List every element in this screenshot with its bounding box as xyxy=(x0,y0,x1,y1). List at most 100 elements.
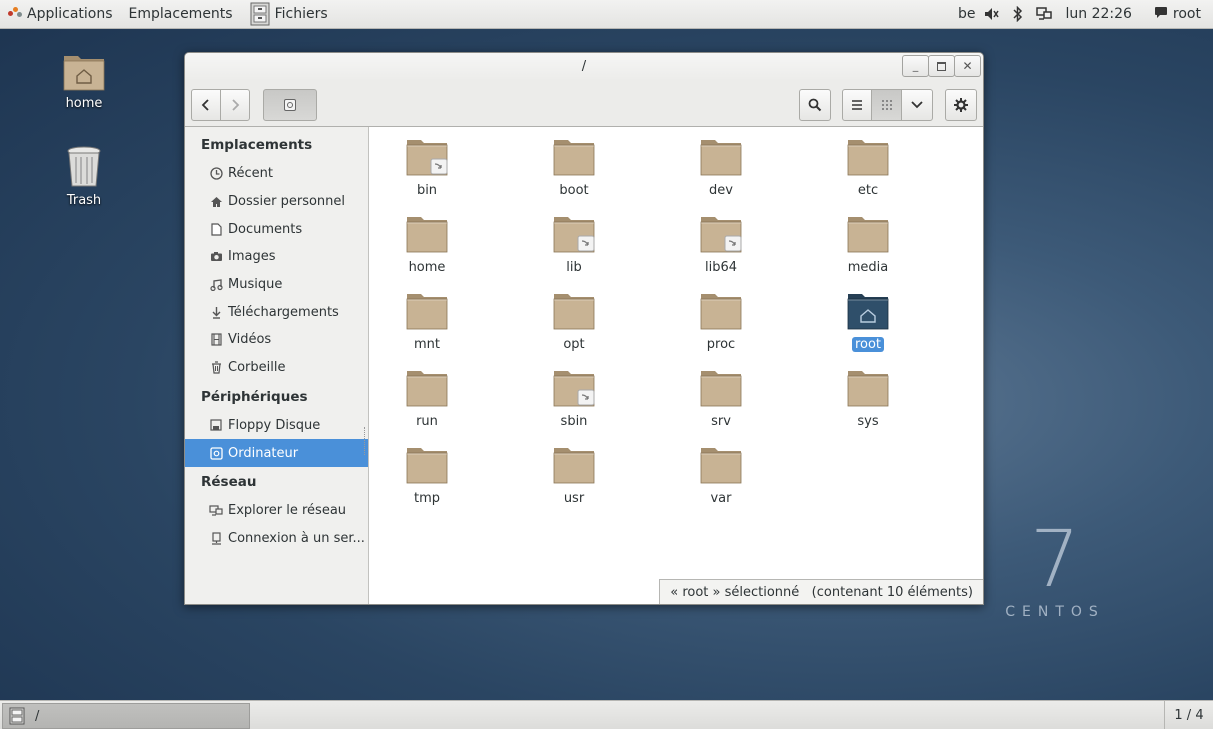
folder-name: root xyxy=(851,337,885,352)
sidebar-item-floppy[interactable]: Floppy Disque xyxy=(185,412,368,440)
sidebar-resize-handle[interactable] xyxy=(364,427,368,455)
film-icon xyxy=(209,333,223,347)
status-bar: « root » sélectionné (contenant 10 éléme… xyxy=(659,579,983,604)
folder-item[interactable]: srv xyxy=(671,368,771,429)
sidebar-item-label: Documents xyxy=(228,221,303,237)
volume-muted-icon[interactable] xyxy=(984,6,1000,22)
back-button[interactable] xyxy=(191,89,221,121)
sidebar-item-videos[interactable]: Vidéos xyxy=(185,326,368,354)
folder-item[interactable]: opt xyxy=(524,291,624,352)
trash-icon xyxy=(209,361,223,375)
sidebar-item-documents[interactable]: Documents xyxy=(185,215,368,243)
search-icon xyxy=(808,98,822,112)
sidebar-item-label: Ordinateur xyxy=(228,445,299,461)
view-options-dropdown[interactable] xyxy=(901,89,933,121)
folder-item[interactable]: proc xyxy=(671,291,771,352)
workspace-pager-label: 1 / 4 xyxy=(1174,707,1204,723)
close-button[interactable]: ✕ xyxy=(954,55,981,77)
folder-name: sbin xyxy=(560,414,588,429)
folder-item[interactable]: boot xyxy=(524,137,624,198)
folder-name: sys xyxy=(857,414,879,429)
folder-item[interactable]: dev xyxy=(671,137,771,198)
folder-item[interactable]: run xyxy=(377,368,477,429)
search-button[interactable] xyxy=(799,89,831,121)
folder-name: proc xyxy=(706,337,736,352)
folder-name: tmp xyxy=(413,491,440,506)
window-titlebar[interactable]: / _ ✕ xyxy=(185,53,983,81)
sidebar-item-connect-server[interactable]: Connexion à un ser... xyxy=(185,525,368,553)
folder-item[interactable]: home xyxy=(377,214,477,275)
folder-icon xyxy=(553,140,595,176)
folder-icon xyxy=(700,294,742,330)
folder-name: var xyxy=(710,491,732,506)
sidebar-item-label: Images xyxy=(228,249,276,265)
folder-item[interactable]: sbin xyxy=(524,368,624,429)
folder-item[interactable]: lib64 xyxy=(671,214,771,275)
maximize-icon xyxy=(937,61,946,71)
folder-icon xyxy=(406,217,448,253)
computer-icon xyxy=(209,446,223,460)
forward-button[interactable] xyxy=(220,89,250,121)
sidebar-item-label: Corbeille xyxy=(228,360,286,376)
folder-item[interactable]: usr xyxy=(524,445,624,506)
folder-item[interactable]: lib xyxy=(524,214,624,275)
document-icon xyxy=(209,222,223,236)
applications-menu[interactable]: Applications xyxy=(0,0,121,29)
top-bar: Applications Emplacements Fichiers be lu… xyxy=(0,0,1213,29)
folder-name: home xyxy=(408,260,446,275)
sidebar-item-label: Connexion à un ser... xyxy=(228,530,365,546)
chevron-down-icon xyxy=(911,101,923,109)
folder-item[interactable]: sys xyxy=(818,368,918,429)
places-menu[interactable]: Emplacements xyxy=(121,0,241,29)
sidebar-item-images[interactable]: Images xyxy=(185,243,368,271)
folder-name: bin xyxy=(416,183,438,198)
sidebar-item-label: Téléchargements xyxy=(228,304,339,320)
folder-icon xyxy=(700,140,742,176)
folder-item[interactable]: etc xyxy=(818,137,918,198)
sidebar: Emplacements Récent Dossier personnel Do… xyxy=(185,127,369,604)
sidebar-item-downloads[interactable]: Téléchargements xyxy=(185,298,368,326)
folder-name: mnt xyxy=(414,337,440,352)
folder-item[interactable]: tmp xyxy=(377,445,477,506)
path-bar-computer-button[interactable] xyxy=(263,89,317,121)
folder-name: srv xyxy=(711,414,731,429)
list-view-button[interactable] xyxy=(842,89,872,121)
sidebar-item-label: Musique xyxy=(228,277,283,293)
sidebar-item-home[interactable]: Dossier personnel xyxy=(185,188,368,216)
bluetooth-icon[interactable] xyxy=(1010,6,1026,22)
folder-item[interactable]: var xyxy=(671,445,771,506)
files-menu[interactable]: Fichiers xyxy=(241,0,336,29)
desktop-home-label: home xyxy=(65,96,103,111)
sidebar-item-computer[interactable]: Ordinateur xyxy=(185,439,368,467)
folder-item[interactable]: bin xyxy=(377,137,477,198)
folder-icon xyxy=(847,371,889,407)
user-menu[interactable]: root xyxy=(1146,0,1213,29)
taskbar-window-button[interactable]: / xyxy=(2,703,250,729)
sidebar-item-browse-network[interactable]: Explorer le réseau xyxy=(185,497,368,525)
workspace-pager[interactable]: 1 / 4 xyxy=(1164,701,1213,729)
folder-item[interactable]: mnt xyxy=(377,291,477,352)
folder-item[interactable]: root xyxy=(818,291,918,352)
grid-view-button[interactable] xyxy=(871,89,902,121)
settings-button[interactable] xyxy=(945,89,977,121)
folder-link-icon xyxy=(406,140,448,176)
folder-item[interactable]: media xyxy=(818,214,918,275)
desktop-home-icon[interactable]: home xyxy=(44,50,124,111)
minimize-button[interactable]: _ xyxy=(902,55,929,77)
taskbar-window-title: / xyxy=(35,708,40,724)
sidebar-item-music[interactable]: Musique xyxy=(185,271,368,299)
status-text: « root » sélectionné (contenant 10 éléme… xyxy=(670,585,973,600)
maximize-button[interactable] xyxy=(928,55,955,77)
folder-icon xyxy=(847,217,889,253)
sidebar-item-recent[interactable]: Récent xyxy=(185,160,368,188)
folder-name: boot xyxy=(559,183,589,198)
sidebar-item-trash[interactable]: Corbeille xyxy=(185,354,368,382)
sidebar-item-label: Explorer le réseau xyxy=(228,503,347,519)
folder-name: etc xyxy=(857,183,879,198)
places-label: Emplacements xyxy=(128,6,233,22)
clock[interactable]: lun 22:26 xyxy=(1057,0,1145,29)
keyboard-layout[interactable]: be xyxy=(950,0,980,29)
centos-branding: 7 CENTOS xyxy=(1000,520,1110,620)
desktop-trash-icon[interactable]: Trash xyxy=(44,145,124,208)
network-wired-icon[interactable] xyxy=(1036,6,1053,22)
